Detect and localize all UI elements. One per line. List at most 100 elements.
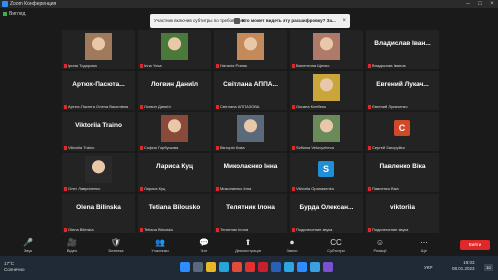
control-button[interactable]: 🎥 Відео: [52, 238, 92, 253]
participant-avatar: C: [394, 120, 410, 136]
control-button[interactable]: ☺ Реакції: [360, 238, 400, 253]
participant-name-label: Ірина Тодорова: [64, 63, 97, 68]
participant-tile[interactable]: Олег Лавриненко: [62, 153, 135, 192]
participant-tile[interactable]: Бурда Олексан... Подключение звука: [290, 194, 363, 233]
participant-name: Світлана АППАЗОВА: [220, 104, 260, 109]
participant-tile[interactable]: Лариса Куц Лариса Куц: [138, 153, 211, 192]
participant-name: Миколаєнко Інна: [220, 186, 252, 191]
participant-name: Сергей Загоруйко: [372, 145, 405, 150]
view-button[interactable]: Вигляд: [3, 10, 25, 18]
windows-icon[interactable]: [180, 262, 190, 272]
participant-name-label: Подключение звука: [292, 227, 332, 232]
participant-tile[interactable]: Вікторія Кова: [214, 112, 287, 151]
participant-name: Артюх-Пасюта Олена Василівна: [68, 104, 129, 109]
zoom-icon[interactable]: [297, 262, 307, 272]
participant-tile[interactable]: S Viktoriia Opanasenko: [290, 153, 363, 192]
participant-tile[interactable]: Inna Yosa: [138, 30, 211, 69]
participant-tile[interactable]: Валентина Щепко: [290, 30, 363, 69]
participant-tile[interactable]: viktoriia Подключение звука: [366, 194, 439, 233]
participant-name-label: Сергей Загоруйко: [368, 145, 405, 150]
participant-tile[interactable]: Наталія Різник: [214, 30, 287, 69]
participant-tile[interactable]: Svitlana Velovyzhevа: [290, 112, 363, 151]
participant-display-name: Телятник Ілона: [226, 204, 275, 211]
control-button[interactable]: 🎤 Звук: [8, 238, 48, 253]
participant-display-name: Павленко Віка: [379, 163, 426, 170]
banner-link[interactable]: Кто может видеть эту расшифровку? За...: [242, 14, 336, 28]
language-indicator[interactable]: УКР: [424, 265, 432, 271]
leave-button[interactable]: Вийти: [460, 240, 490, 250]
maximize-button[interactable]: □: [474, 0, 486, 8]
weather-widget[interactable]: 17°C Солнечно: [4, 261, 24, 273]
control-button[interactable]: CC Субтитри: [316, 238, 356, 253]
opera-icon[interactable]: [258, 262, 268, 272]
participant-video: [313, 74, 340, 101]
close-window-button[interactable]: ×: [486, 0, 498, 8]
search-icon[interactable]: [193, 262, 203, 272]
muted-mic-icon: [368, 227, 371, 232]
participant-tile[interactable]: София Горбушова: [138, 112, 211, 151]
explorer-icon[interactable]: [206, 262, 216, 272]
participant-tile[interactable]: Tetiana Bilousko Tetiana Bilousko: [138, 194, 211, 233]
participant-display-name: Viktoriia Traino: [75, 122, 122, 129]
banner-close-button[interactable]: ×: [342, 14, 346, 28]
control-label: Відео: [66, 248, 78, 253]
control-button[interactable]: ⏺ Запис: [272, 238, 312, 253]
zoom-app-icon: [2, 1, 8, 7]
control-label: Звук: [23, 248, 33, 253]
participant-name-label: Євгений Лукаченко: [368, 104, 408, 109]
viber-icon[interactable]: [323, 262, 333, 272]
control-button[interactable]: 💬 Чат: [184, 238, 224, 253]
muted-mic-icon: [292, 186, 295, 191]
participant-name: Olena Bilinska: [68, 227, 94, 232]
control-button[interactable]: ⬆ Демонстрація: [228, 238, 268, 253]
control-label: Демонстрація: [235, 248, 261, 253]
muted-mic-icon: [64, 63, 67, 68]
window-title: Zoom Конференция: [10, 1, 57, 7]
muted-mic-icon: [292, 227, 295, 232]
participant-tile[interactable]: Владислав Іван... Владислав Іванов: [366, 30, 439, 69]
participant-name-label: Логвин Даниїл: [140, 104, 171, 109]
participant-tile[interactable]: Евгений Лукач... Євгений Лукаченко: [366, 71, 439, 110]
participant-display-name: Бурда Олексан...: [299, 204, 354, 211]
participant-name-label: Viktoriia Opanasenko: [292, 186, 334, 191]
muted-mic-icon: [216, 104, 219, 109]
participant-video: [313, 115, 340, 142]
word-icon[interactable]: [271, 262, 281, 272]
participant-name-label: Світлана АППАЗОВА: [216, 104, 259, 109]
participant-tile[interactable]: Артюх-Пасюта... Артюх-Пасюта Олена Василі…: [62, 71, 135, 110]
participant-tile[interactable]: C Сергей Загоруйко: [366, 112, 439, 151]
participant-tile[interactable]: Ірина Тодорова: [62, 30, 135, 69]
participant-tile[interactable]: Світлана АППА... Світлана АППАЗОВА: [214, 71, 287, 110]
participant-tile[interactable]: Olena Bilinska Olena Bilinska: [62, 194, 135, 233]
participant-video: [313, 33, 340, 60]
minimize-button[interactable]: –: [462, 0, 474, 8]
control-label: Учасники: [151, 248, 169, 253]
photos-icon[interactable]: [310, 262, 320, 272]
control-label: Субтитри: [327, 248, 345, 253]
participant-tile[interactable]: Viktoriia Traino Viktoriia Traino: [62, 112, 135, 151]
participant-display-name: Olena Bilinska: [76, 204, 121, 211]
edge-icon[interactable]: [219, 262, 229, 272]
clock[interactable]: 19:03 08.01.2023: [452, 260, 475, 272]
participant-tile[interactable]: Оксана Клебеко: [290, 71, 363, 110]
participant-tile[interactable]: Телятник Ілона Телятник Ілона: [214, 194, 287, 233]
participant-tile[interactable]: Павленко Віка Павленко Віка: [366, 153, 439, 192]
participant-name: Євгений Лукаченко: [372, 104, 408, 109]
participant-tile[interactable]: Миколаєнко Інна Миколаєнко Інна: [214, 153, 287, 192]
participant-name-label: Tetiana Bilousko: [140, 227, 173, 232]
control-button[interactable]: 👥 Учасники: [140, 238, 180, 253]
chrome-icon[interactable]: [232, 262, 242, 272]
telegram-icon[interactable]: [284, 262, 294, 272]
participant-name-label: Валентина Щепко: [292, 63, 329, 68]
muted-mic-icon: [64, 145, 67, 150]
participant-name-label: Олег Лавриненко: [64, 186, 100, 191]
control-button[interactable]: 🛡 Безпека: [96, 238, 136, 253]
control-button[interactable]: ⋯ Ще: [404, 238, 444, 253]
notification-badge[interactable]: 10: [484, 264, 493, 271]
yandex-icon[interactable]: [245, 262, 255, 272]
participant-name-label: Svitlana Velovyzhevа: [292, 145, 334, 150]
muted-mic-icon: [64, 186, 67, 191]
participant-tile[interactable]: Логвин Даниїл Логвин Даниїл: [138, 71, 211, 110]
participant-name-label: Olena Bilinska: [64, 227, 94, 232]
participant-name: София Горбушова: [144, 145, 179, 150]
